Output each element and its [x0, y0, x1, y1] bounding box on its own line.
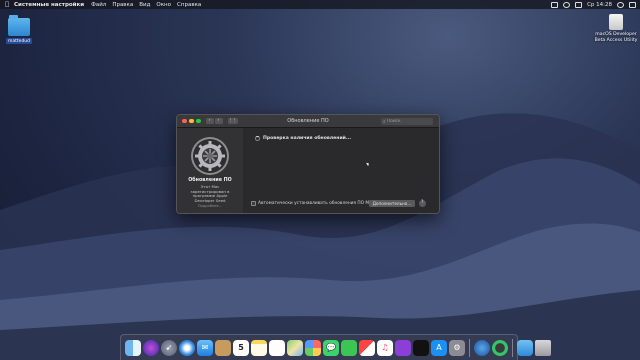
menu-edit[interactable]: Правка: [112, 2, 133, 8]
sidebar-title: Обновление ПО: [188, 178, 232, 183]
menu-view[interactable]: Вид: [139, 2, 150, 8]
auto-update-label[interactable]: Автоматически устанавливать обновления П…: [258, 201, 374, 206]
search-field[interactable]: ⌕: [381, 118, 433, 125]
dock: ➹ ✉ 5 💬 ♫ A ⚙: [120, 334, 551, 360]
folder-icon: [8, 15, 30, 36]
photos-icon[interactable]: [305, 339, 321, 356]
notes-icon[interactable]: [251, 339, 267, 356]
menu-help[interactable]: Справка: [177, 2, 201, 8]
search-icon: ⌕: [383, 119, 386, 125]
title-bar: ‹ › ⋮⋮ Обновление ПО ⌕: [177, 115, 439, 128]
calendar-day: 5: [238, 343, 244, 352]
dock-separator: [511, 338, 513, 357]
menu-clock[interactable]: Ср 14:28: [587, 2, 612, 8]
screen-time-icon[interactable]: [491, 339, 508, 356]
desktop-item-label: macOS Developer Beta Access Utility: [594, 32, 638, 43]
news-icon[interactable]: [359, 339, 375, 356]
minimize-button[interactable]: [189, 118, 194, 124]
sidebar-description: Этот Mac зарегистрирован в программе App…: [190, 184, 230, 203]
menu-file[interactable]: Файл: [91, 2, 106, 8]
calendar-icon[interactable]: 5: [233, 339, 249, 356]
forward-button[interactable]: ›: [214, 117, 223, 125]
quicktime-icon[interactable]: [473, 339, 490, 356]
launchpad-icon[interactable]: ➹: [161, 339, 177, 356]
menu-window[interactable]: Окно: [156, 2, 171, 8]
zoom-button[interactable]: [196, 118, 201, 124]
music-icon[interactable]: ♫: [377, 339, 393, 356]
spinner-icon: [255, 136, 260, 141]
messages-icon[interactable]: 💬: [323, 339, 339, 356]
finder-icon[interactable]: [125, 339, 141, 356]
menu-bar:  Системные настройки Файл Правка Вид Ок…: [0, 0, 640, 9]
chevron-left-icon: ‹: [208, 117, 211, 123]
details-link[interactable]: Подробнее...: [198, 204, 222, 208]
spotlight-icon[interactable]: [617, 1, 624, 8]
contacts-icon[interactable]: [215, 339, 231, 356]
menu-extras: Ср 14:28: [551, 1, 640, 8]
battery-icon[interactable]: [575, 1, 583, 8]
mouse-cursor-icon: [366, 161, 370, 167]
advanced-button[interactable]: Дополнительно...: [369, 200, 415, 207]
downloads-folder-icon[interactable]: [516, 339, 533, 356]
system-preferences-icon[interactable]: ⚙: [449, 339, 465, 356]
software-update-window: ‹ › ⋮⋮ Обновление ПО ⌕ Поиск Обновление …: [176, 114, 440, 214]
status-text: Проверка наличия обновлений...: [263, 136, 352, 141]
desktop-item-folder[interactable]: mattedud: [6, 14, 33, 44]
siri-icon[interactable]: [143, 339, 159, 356]
notification-center-icon[interactable]: [629, 1, 636, 8]
chevron-right-icon: ›: [217, 117, 220, 123]
tv-icon[interactable]: [413, 339, 429, 356]
facetime-icon[interactable]: [341, 339, 357, 356]
airplay-icon[interactable]: [551, 1, 559, 8]
desktop-item-label: mattedud: [6, 38, 33, 44]
auto-update-row: Автоматически устанавливать обновления П…: [251, 201, 374, 206]
disk-icon: [609, 14, 623, 30]
auto-update-checkbox[interactable]: [251, 201, 256, 206]
menu-app-name[interactable]: Системные настройки: [14, 2, 84, 8]
software-update-gear-icon: [191, 137, 229, 175]
dock-separator: [469, 338, 470, 357]
close-button[interactable]: [182, 118, 187, 124]
show-all-button[interactable]: ⋮⋮: [227, 117, 238, 125]
maps-icon[interactable]: [287, 339, 303, 356]
safari-icon[interactable]: [179, 339, 195, 356]
grid-icon: ⋮⋮: [228, 117, 237, 123]
trash-icon[interactable]: [534, 339, 551, 356]
back-button[interactable]: ‹: [205, 117, 214, 125]
apple-menu-icon[interactable]: : [0, 1, 14, 8]
wifi-icon[interactable]: [563, 1, 571, 8]
reminders-icon[interactable]: [269, 339, 285, 356]
mail-icon[interactable]: ✉: [197, 339, 213, 356]
sidebar-pane: Обновление ПО Этот Mac зарегистрирован в…: [177, 128, 243, 213]
help-button[interactable]: ?: [419, 200, 426, 207]
update-status: Проверка наличия обновлений...: [255, 136, 351, 141]
search-input[interactable]: [387, 119, 430, 124]
desktop-item-utility[interactable]: macOS Developer Beta Access Utility: [594, 14, 638, 43]
podcasts-icon[interactable]: [395, 339, 411, 356]
main-pane: Проверка наличия обновлений... Автоматич…: [243, 128, 439, 213]
app-store-icon[interactable]: A: [431, 339, 447, 356]
